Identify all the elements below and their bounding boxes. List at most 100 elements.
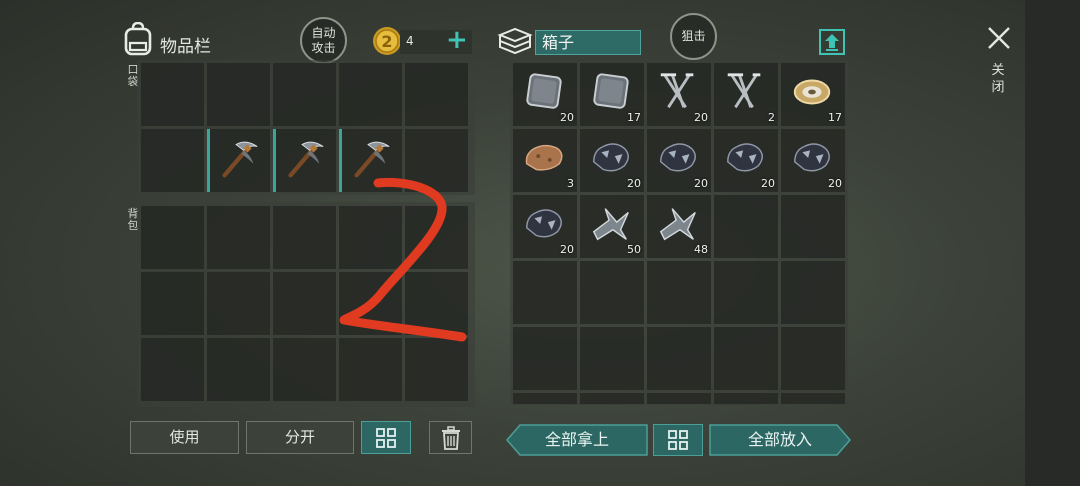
svg-text:2: 2 <box>381 32 392 51</box>
empty-slot[interactable] <box>273 63 336 126</box>
empty-slot[interactable] <box>141 272 204 335</box>
item-quantity: 17 <box>828 111 842 124</box>
empty-slot[interactable] <box>513 393 577 404</box>
sort-box-button[interactable] <box>653 424 703 456</box>
coin-count: 4 <box>406 34 414 48</box>
item-quantity: 20 <box>761 177 775 190</box>
snipe-label: 狙击 <box>681 29 706 43</box>
empty-slot[interactable] <box>405 272 468 335</box>
pickaxe-icon <box>288 141 324 178</box>
take-all-label: 全部拿上 <box>544 430 609 449</box>
inventory-slot-pickaxe[interactable] <box>207 129 270 192</box>
item-quantity: 20 <box>560 111 574 124</box>
inventory-slot-iron-ore[interactable]: 20 <box>580 129 644 192</box>
item-quantity: 20 <box>560 243 574 256</box>
empty-slot[interactable] <box>781 261 845 324</box>
empty-slot[interactable] <box>647 393 711 404</box>
empty-slot[interactable] <box>339 206 402 269</box>
empty-slot[interactable] <box>647 327 711 390</box>
empty-slot[interactable] <box>580 261 644 324</box>
empty-slot[interactable] <box>513 327 577 390</box>
empty-slot[interactable] <box>714 393 778 404</box>
auto-attack-button[interactable]: 自动 攻击 <box>300 17 347 64</box>
inventory-slot-iron-ore[interactable]: 20 <box>714 129 778 192</box>
nails-icon <box>660 73 694 109</box>
add-coin-button[interactable]: + <box>446 26 468 54</box>
empty-slot[interactable] <box>781 327 845 390</box>
iron-ore-icon <box>526 209 562 238</box>
iron-ore-icon <box>593 143 629 172</box>
inventory-slot-iron-ore[interactable]: 20 <box>513 195 577 258</box>
inventory-slot-metal-plate[interactable]: 20 <box>513 63 577 126</box>
inventory-slot-metal-scrap[interactable]: 50 <box>580 195 644 258</box>
inventory-slot-pickaxe[interactable] <box>339 129 402 192</box>
empty-slot[interactable] <box>405 63 468 126</box>
inventory-slot-iron-ore[interactable]: 20 <box>647 129 711 192</box>
inventory-slot-nails[interactable]: 20 <box>647 63 711 126</box>
copper-ore-icon <box>525 144 563 171</box>
item-quantity: 3 <box>567 177 574 190</box>
empty-slot[interactable] <box>141 63 204 126</box>
empty-slot[interactable] <box>141 338 204 401</box>
empty-slot[interactable] <box>339 63 402 126</box>
empty-slot[interactable] <box>273 272 336 335</box>
item-quantity: 20 <box>694 111 708 124</box>
empty-slot[interactable] <box>339 272 402 335</box>
empty-slot[interactable] <box>207 272 270 335</box>
box-name-field[interactable]: 箱子 <box>535 30 641 55</box>
use-button[interactable]: 使用 <box>130 421 239 454</box>
empty-slot[interactable] <box>647 261 711 324</box>
take-all-button[interactable]: 全部拿上 <box>506 424 648 456</box>
metal-plate-icon <box>526 73 562 109</box>
pocket-grid <box>141 63 468 192</box>
inventory-slot-metal-plate[interactable]: 17 <box>580 63 644 126</box>
backpack-icon <box>124 22 152 56</box>
empty-slot[interactable] <box>273 206 336 269</box>
grid-sort-icon <box>376 427 396 448</box>
empty-slot[interactable] <box>714 195 778 258</box>
inventory-slot-copper-ore[interactable]: 3 <box>513 129 577 192</box>
upload-icon[interactable] <box>818 28 846 56</box>
pickaxe-icon <box>222 141 258 178</box>
pickaxe-icon <box>354 141 390 178</box>
grid-sort-icon <box>668 430 688 450</box>
empty-slot[interactable] <box>207 63 270 126</box>
inventory-title: 物品栏 <box>160 37 211 57</box>
right-edge-shade <box>1025 0 1080 486</box>
put-all-label: 全部放入 <box>747 430 812 449</box>
empty-slot[interactable] <box>714 327 778 390</box>
empty-slot[interactable] <box>207 206 270 269</box>
inventory-slot-pickaxe[interactable] <box>273 129 336 192</box>
inventory-slot-metal-scrap[interactable]: 48 <box>647 195 711 258</box>
inventory-slot-nails[interactable]: 2 <box>714 63 778 126</box>
item-quantity: 48 <box>694 243 708 256</box>
iron-ore-icon <box>660 143 696 172</box>
empty-slot[interactable] <box>781 195 845 258</box>
trash-button[interactable] <box>429 421 472 454</box>
backpack-grid <box>141 206 468 401</box>
empty-slot[interactable] <box>513 261 577 324</box>
empty-slot[interactable] <box>580 393 644 404</box>
put-all-button[interactable]: 全部放入 <box>709 424 851 456</box>
snipe-button[interactable]: 狙击 <box>670 13 717 60</box>
empty-slot[interactable] <box>207 338 270 401</box>
empty-slot[interactable] <box>580 327 644 390</box>
item-quantity: 50 <box>627 243 641 256</box>
inventory-slot-iron-ore[interactable]: 20 <box>781 129 845 192</box>
empty-slot[interactable] <box>339 338 402 401</box>
box-stack-icon <box>497 27 533 55</box>
close-label: 关闭 <box>991 63 1005 95</box>
sort-inventory-button[interactable] <box>361 421 411 454</box>
inventory-slot-wire-spool[interactable]: 17 <box>781 63 845 126</box>
empty-slot[interactable] <box>141 206 204 269</box>
split-button[interactable]: 分开 <box>246 421 354 454</box>
empty-slot[interactable] <box>405 129 468 192</box>
close-icon[interactable] <box>985 24 1013 52</box>
empty-slot[interactable] <box>405 338 468 401</box>
empty-slot[interactable] <box>781 393 845 404</box>
empty-slot[interactable] <box>405 206 468 269</box>
empty-slot[interactable] <box>714 261 778 324</box>
empty-slot[interactable] <box>141 129 204 192</box>
empty-slot[interactable] <box>273 338 336 401</box>
auto-attack-label: 自动 攻击 <box>311 25 336 55</box>
